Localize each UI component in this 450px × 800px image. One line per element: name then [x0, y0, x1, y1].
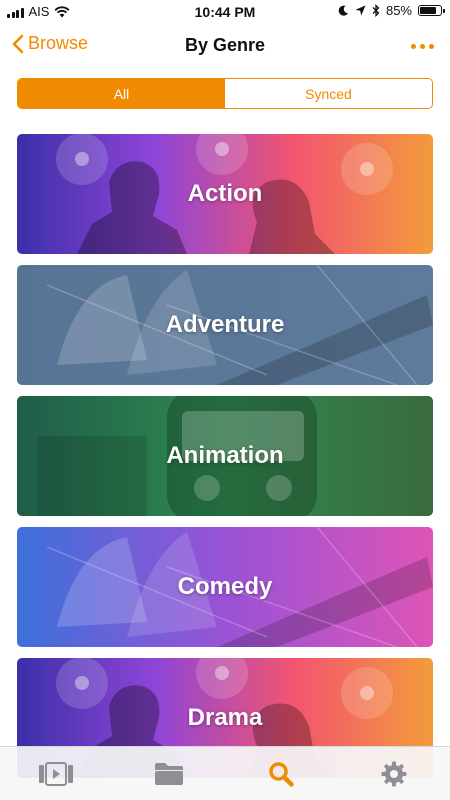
battery-icon [418, 5, 445, 16]
status-right: 85% [338, 3, 445, 18]
battery-percent: 85% [385, 3, 412, 18]
location-arrow-icon [355, 5, 366, 16]
page-title: By Genre [184, 35, 266, 55]
status-bar: AIS 10:44 PM 85% [0, 0, 450, 24]
search-icon [269, 761, 294, 787]
genre-card-label: Comedy [177, 573, 273, 600]
tab-bar [0, 746, 450, 800]
genre-card-adventure[interactable]: Adventure [17, 265, 433, 385]
moon-icon [338, 5, 348, 16]
bluetooth-icon [372, 4, 380, 17]
genre-card-label: Action [187, 180, 263, 207]
screen: AIS 10:44 PM 85% Browse By Genre All Syn… [0, 0, 450, 800]
navigation-bar: Browse By Genre [0, 24, 450, 68]
genre-card-comedy[interactable]: Comedy [17, 527, 433, 647]
genre-card-label: Adventure [165, 311, 285, 338]
tab-browse[interactable] [225, 747, 338, 800]
tab-videos[interactable] [0, 747, 113, 800]
folder-icon [154, 762, 183, 785]
genre-card-label: Animation [166, 442, 284, 469]
filter-segmented-control: All Synced [17, 78, 433, 109]
tab-settings[interactable] [338, 747, 450, 800]
ellipsis-icon[interactable] [411, 34, 434, 58]
genre-list: Action Adventure Animation Comedy Drama [17, 134, 433, 789]
segment-all[interactable]: All [18, 79, 225, 108]
tab-files[interactable] [113, 747, 226, 800]
gear-icon [381, 761, 407, 786]
segment-synced[interactable]: Synced [225, 79, 432, 108]
video-library-icon [39, 761, 74, 786]
genre-card-action[interactable]: Action [17, 134, 433, 254]
genre-card-animation[interactable]: Animation [17, 396, 433, 516]
